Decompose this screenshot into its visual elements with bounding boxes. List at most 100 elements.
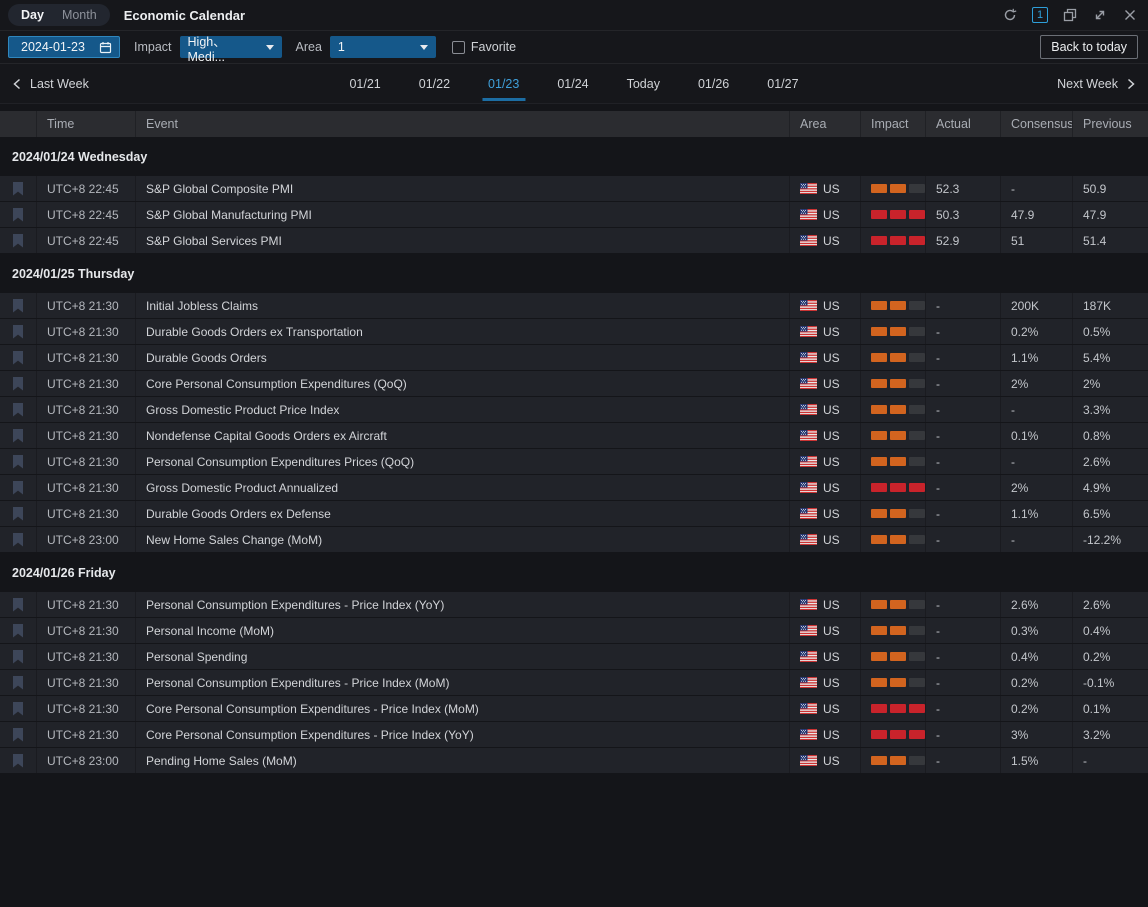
- impact-bar: [909, 457, 925, 466]
- impact-bar: [890, 626, 906, 635]
- previous-value: 187K: [1072, 293, 1148, 318]
- week-day-tab[interactable]: 01/24: [551, 67, 594, 101]
- bookmark-icon[interactable]: [12, 624, 24, 638]
- actual-value: -: [925, 501, 1000, 526]
- table-row[interactable]: UTC+8 21:30Core Personal Consumption Exp…: [0, 371, 1148, 397]
- bookmark-icon[interactable]: [12, 650, 24, 664]
- tab-month[interactable]: Month: [53, 6, 106, 24]
- actual-value: -: [925, 449, 1000, 474]
- refresh-icon[interactable]: [1002, 7, 1018, 23]
- impact-bar: [871, 457, 887, 466]
- impact-cell: [860, 618, 925, 643]
- table-row[interactable]: UTC+8 21:30Personal Consumption Expendit…: [0, 449, 1148, 475]
- week-day-tab[interactable]: 01/22: [413, 67, 456, 101]
- table-row[interactable]: UTC+8 23:00Pending Home Sales (MoM)US-1.…: [0, 748, 1148, 774]
- impact-bar: [871, 327, 887, 336]
- impact-indicator: [871, 535, 925, 544]
- bookmark-icon[interactable]: [12, 234, 24, 248]
- table-row[interactable]: UTC+8 21:30Durable Goods OrdersUS-1.1%5.…: [0, 345, 1148, 371]
- consensus-value: 2%: [1000, 475, 1072, 500]
- event-time: UTC+8 21:30: [36, 371, 135, 396]
- impact-indicator: [871, 379, 925, 388]
- calendar-table: Time Event Area Impact Actual Consensus …: [0, 104, 1148, 907]
- bookmark-icon[interactable]: [12, 182, 24, 196]
- bookmark-icon[interactable]: [12, 728, 24, 742]
- event-area: US: [789, 644, 860, 669]
- table-row[interactable]: UTC+8 21:30Personal Consumption Expendit…: [0, 670, 1148, 696]
- expand-icon[interactable]: [1092, 7, 1108, 23]
- impact-indicator: [871, 756, 925, 765]
- table-row[interactable]: UTC+8 23:00New Home Sales Change (MoM)US…: [0, 527, 1148, 553]
- week-day-tab[interactable]: Today: [621, 67, 666, 101]
- bookmark-icon[interactable]: [12, 702, 24, 716]
- date-picker[interactable]: 2024-01-23: [8, 36, 120, 58]
- event-name: Initial Jobless Claims: [135, 293, 789, 318]
- area-label: US: [823, 728, 840, 742]
- impact-bar: [909, 353, 925, 362]
- actual-value: -: [925, 319, 1000, 344]
- event-name: Personal Consumption Expenditures Prices…: [135, 449, 789, 474]
- impact-cell: [860, 397, 925, 422]
- event-time: UTC+8 21:30: [36, 670, 135, 695]
- impact-dropdown[interactable]: High、Medi...: [180, 36, 282, 58]
- back-to-today-button[interactable]: Back to today: [1040, 35, 1138, 59]
- window-count-badge[interactable]: 1: [1032, 7, 1048, 23]
- table-row[interactable]: UTC+8 21:30Core Personal Consumption Exp…: [0, 696, 1148, 722]
- table-row[interactable]: UTC+8 21:30Personal Income (MoM)US-0.3%0…: [0, 618, 1148, 644]
- bookmark-icon[interactable]: [12, 351, 24, 365]
- bookmark-icon[interactable]: [12, 299, 24, 313]
- bookmark-icon[interactable]: [12, 429, 24, 443]
- bookmark-icon[interactable]: [12, 208, 24, 222]
- table-row[interactable]: UTC+8 22:45S&P Global Manufacturing PMIU…: [0, 202, 1148, 228]
- table-row[interactable]: UTC+8 21:30Nondefense Capital Goods Orde…: [0, 423, 1148, 449]
- impact-bar: [871, 236, 887, 245]
- tab-day[interactable]: Day: [12, 6, 53, 24]
- table-row[interactable]: UTC+8 21:30Personal Consumption Expendit…: [0, 592, 1148, 618]
- bookmark-icon[interactable]: [12, 481, 24, 495]
- table-row[interactable]: UTC+8 22:45S&P Global Services PMIUS52.9…: [0, 228, 1148, 254]
- bookmark-icon[interactable]: [12, 377, 24, 391]
- bookmark-icon[interactable]: [12, 676, 24, 690]
- previous-value: 47.9: [1072, 202, 1148, 227]
- next-week-button[interactable]: Next Week: [1057, 77, 1136, 91]
- bookmark-icon[interactable]: [12, 507, 24, 521]
- us-flag-icon: [800, 482, 817, 493]
- impact-cell: [860, 527, 925, 552]
- table-row[interactable]: UTC+8 21:30Durable Goods Orders ex Defen…: [0, 501, 1148, 527]
- table-row[interactable]: UTC+8 21:30Personal SpendingUS-0.4%0.2%: [0, 644, 1148, 670]
- impact-bar: [909, 301, 925, 310]
- restore-window-icon[interactable]: [1062, 7, 1078, 23]
- impact-cell: [860, 371, 925, 396]
- table-row[interactable]: UTC+8 21:30Gross Domestic Product Price …: [0, 397, 1148, 423]
- bookmark-icon[interactable]: [12, 325, 24, 339]
- last-week-button[interactable]: Last Week: [12, 77, 89, 91]
- table-row[interactable]: UTC+8 21:30Durable Goods Orders ex Trans…: [0, 319, 1148, 345]
- bookmark-icon[interactable]: [12, 598, 24, 612]
- week-day-tab[interactable]: 01/23: [482, 67, 525, 101]
- event-time: UTC+8 21:30: [36, 293, 135, 318]
- favorite-filter[interactable]: Favorite: [452, 40, 516, 54]
- consensus-value: -: [1000, 397, 1072, 422]
- bookmark-cell: [0, 423, 36, 448]
- bookmark-icon[interactable]: [12, 533, 24, 547]
- event-area: US: [789, 449, 860, 474]
- table-row[interactable]: UTC+8 22:45S&P Global Composite PMIUS52.…: [0, 176, 1148, 202]
- table-row[interactable]: UTC+8 21:30Core Personal Consumption Exp…: [0, 722, 1148, 748]
- week-day-tab[interactable]: 01/27: [761, 67, 804, 101]
- close-icon[interactable]: [1122, 7, 1138, 23]
- us-flag-icon: [800, 508, 817, 519]
- impact-bar: [909, 184, 925, 193]
- impact-bar: [890, 704, 906, 713]
- table-row[interactable]: UTC+8 21:30Initial Jobless ClaimsUS-200K…: [0, 293, 1148, 319]
- week-day-tab[interactable]: 01/21: [343, 67, 386, 101]
- week-day-tab[interactable]: 01/26: [692, 67, 735, 101]
- event-time: UTC+8 21:30: [36, 618, 135, 643]
- last-week-label: Last Week: [30, 77, 89, 91]
- table-row[interactable]: UTC+8 21:30Gross Domestic Product Annual…: [0, 475, 1148, 501]
- favorite-checkbox[interactable]: [452, 41, 465, 54]
- area-dropdown[interactable]: 1: [330, 36, 436, 58]
- bookmark-icon[interactable]: [12, 455, 24, 469]
- bookmark-icon[interactable]: [12, 754, 24, 768]
- bookmark-icon[interactable]: [12, 403, 24, 417]
- impact-cell: [860, 748, 925, 773]
